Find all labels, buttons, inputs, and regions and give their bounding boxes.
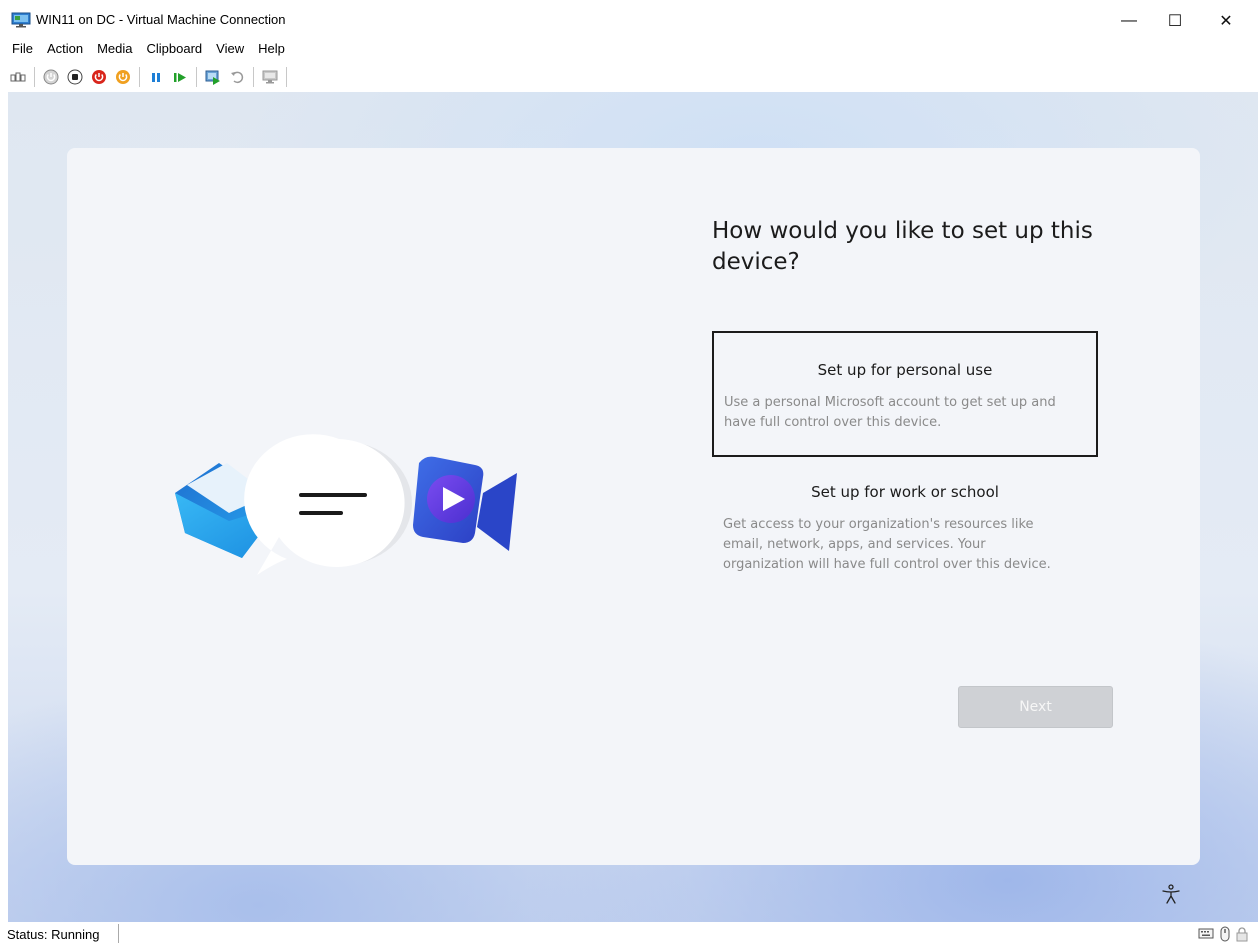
enhanced-session-icon xyxy=(262,70,278,84)
menu-clipboard[interactable]: Clipboard xyxy=(140,38,210,60)
start-icon xyxy=(43,69,59,85)
save-state-icon xyxy=(116,70,130,84)
status-tray xyxy=(1198,926,1248,942)
setup-card: How would you like to set up this device… xyxy=(67,148,1200,865)
title-bar: WIN11 on DC - Virtual Machine Connection… xyxy=(0,0,1258,40)
mouse-icon xyxy=(1220,926,1230,942)
status-bar: Status: Running xyxy=(0,922,1258,945)
lock-icon xyxy=(1236,927,1248,942)
vm-screen[interactable]: How would you like to set up this device… xyxy=(8,92,1258,922)
revert-icon xyxy=(231,71,244,84)
setup-illustration xyxy=(175,434,517,575)
chat-bubble-icon xyxy=(244,434,412,575)
start-button[interactable] xyxy=(41,66,61,88)
toolbar-separator xyxy=(34,67,35,87)
shut-down-icon xyxy=(92,70,106,84)
keyboard-icon xyxy=(1198,928,1214,939)
revert-button[interactable] xyxy=(227,66,247,88)
toolbar-separator xyxy=(286,67,287,87)
work-or-school-option[interactable]: Set up for work or school Get access to … xyxy=(712,473,1098,613)
video-call-icon xyxy=(413,456,517,551)
vm-status: Status: Running xyxy=(7,927,100,942)
maximize-button[interactable]: ☐ xyxy=(1152,5,1198,37)
ctrl-alt-del-icon xyxy=(10,72,26,82)
page-heading: How would you like to set up this device… xyxy=(712,218,1093,275)
vm-connection-icon xyxy=(11,12,31,28)
checkpoint-button[interactable] xyxy=(203,66,223,88)
menu-bar: File Action Media Clipboard View Help xyxy=(0,38,1258,60)
menu-media[interactable]: Media xyxy=(90,38,139,60)
menu-file[interactable]: File xyxy=(0,38,40,60)
menu-action[interactable]: Action xyxy=(40,38,90,60)
save-state-button[interactable] xyxy=(113,66,133,88)
option-description: Use a personal Microsoft account to get … xyxy=(724,395,1056,430)
option-title: Set up for work or school xyxy=(811,483,999,501)
pause-button[interactable] xyxy=(146,66,166,88)
option-title: Set up for personal use xyxy=(817,361,993,379)
personal-use-option[interactable]: Set up for personal use Use a personal M… xyxy=(712,331,1098,457)
turn-off-icon xyxy=(67,69,83,85)
menu-help[interactable]: Help xyxy=(251,38,292,60)
status-separator xyxy=(118,924,119,943)
accessibility-icon[interactable] xyxy=(1160,883,1182,905)
toolbar xyxy=(0,62,1258,92)
checkpoint-icon xyxy=(205,70,220,85)
toolbar-separator xyxy=(196,67,197,87)
enhanced-session-button[interactable] xyxy=(260,66,280,88)
menu-view[interactable]: View xyxy=(209,38,251,60)
shut-down-button[interactable] xyxy=(89,66,109,88)
toolbar-separator xyxy=(253,67,254,87)
reset-icon xyxy=(174,73,186,82)
pause-icon xyxy=(152,73,160,82)
option-description: Get access to your organization's resour… xyxy=(723,517,1051,572)
toolbar-separator xyxy=(139,67,140,87)
minimize-button[interactable]: — xyxy=(1106,5,1152,37)
turn-off-button[interactable] xyxy=(65,66,85,88)
next-button[interactable]: Next xyxy=(958,686,1113,728)
reset-button[interactable] xyxy=(170,66,190,88)
window-title: WIN11 on DC - Virtual Machine Connection xyxy=(36,12,286,27)
ctrl-alt-del-button[interactable] xyxy=(8,66,28,88)
close-button[interactable]: ✕ xyxy=(1203,5,1249,37)
